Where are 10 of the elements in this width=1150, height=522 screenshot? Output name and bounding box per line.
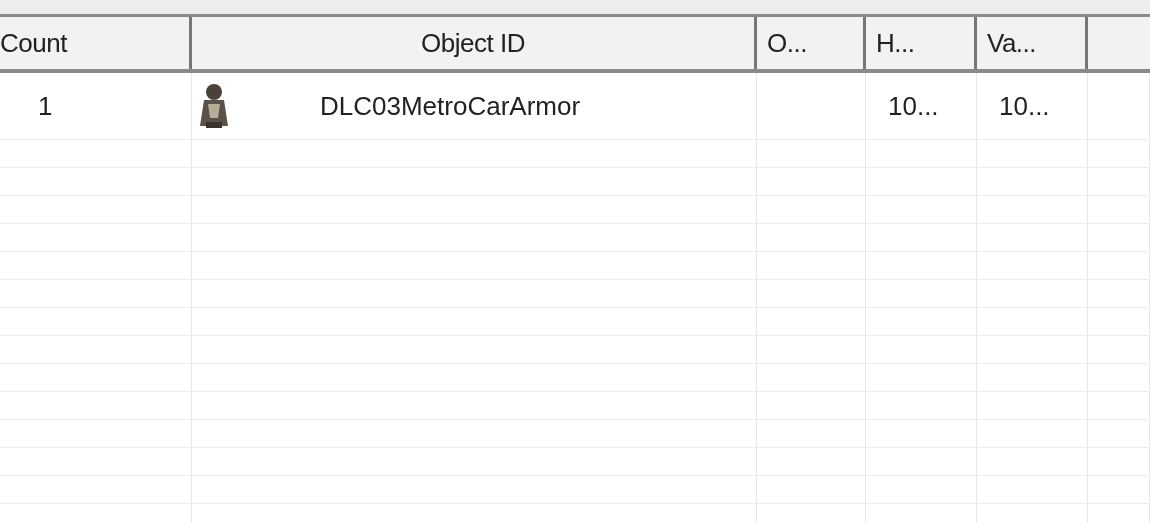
column-header[interactable]: Count	[0, 17, 192, 69]
column-header[interactable]: Object ID	[192, 17, 757, 69]
armor-figure-icon	[198, 82, 230, 130]
column-header[interactable]: Va...	[977, 17, 1088, 69]
table-cell: DLC03MetroCarArmor	[320, 90, 581, 122]
table-cell: 10...	[888, 90, 939, 122]
table-cell: 1	[38, 90, 53, 122]
table-cell: 10...	[999, 90, 1050, 122]
column-header[interactable]: H...	[866, 17, 977, 69]
column-header[interactable]: O...	[757, 17, 866, 69]
